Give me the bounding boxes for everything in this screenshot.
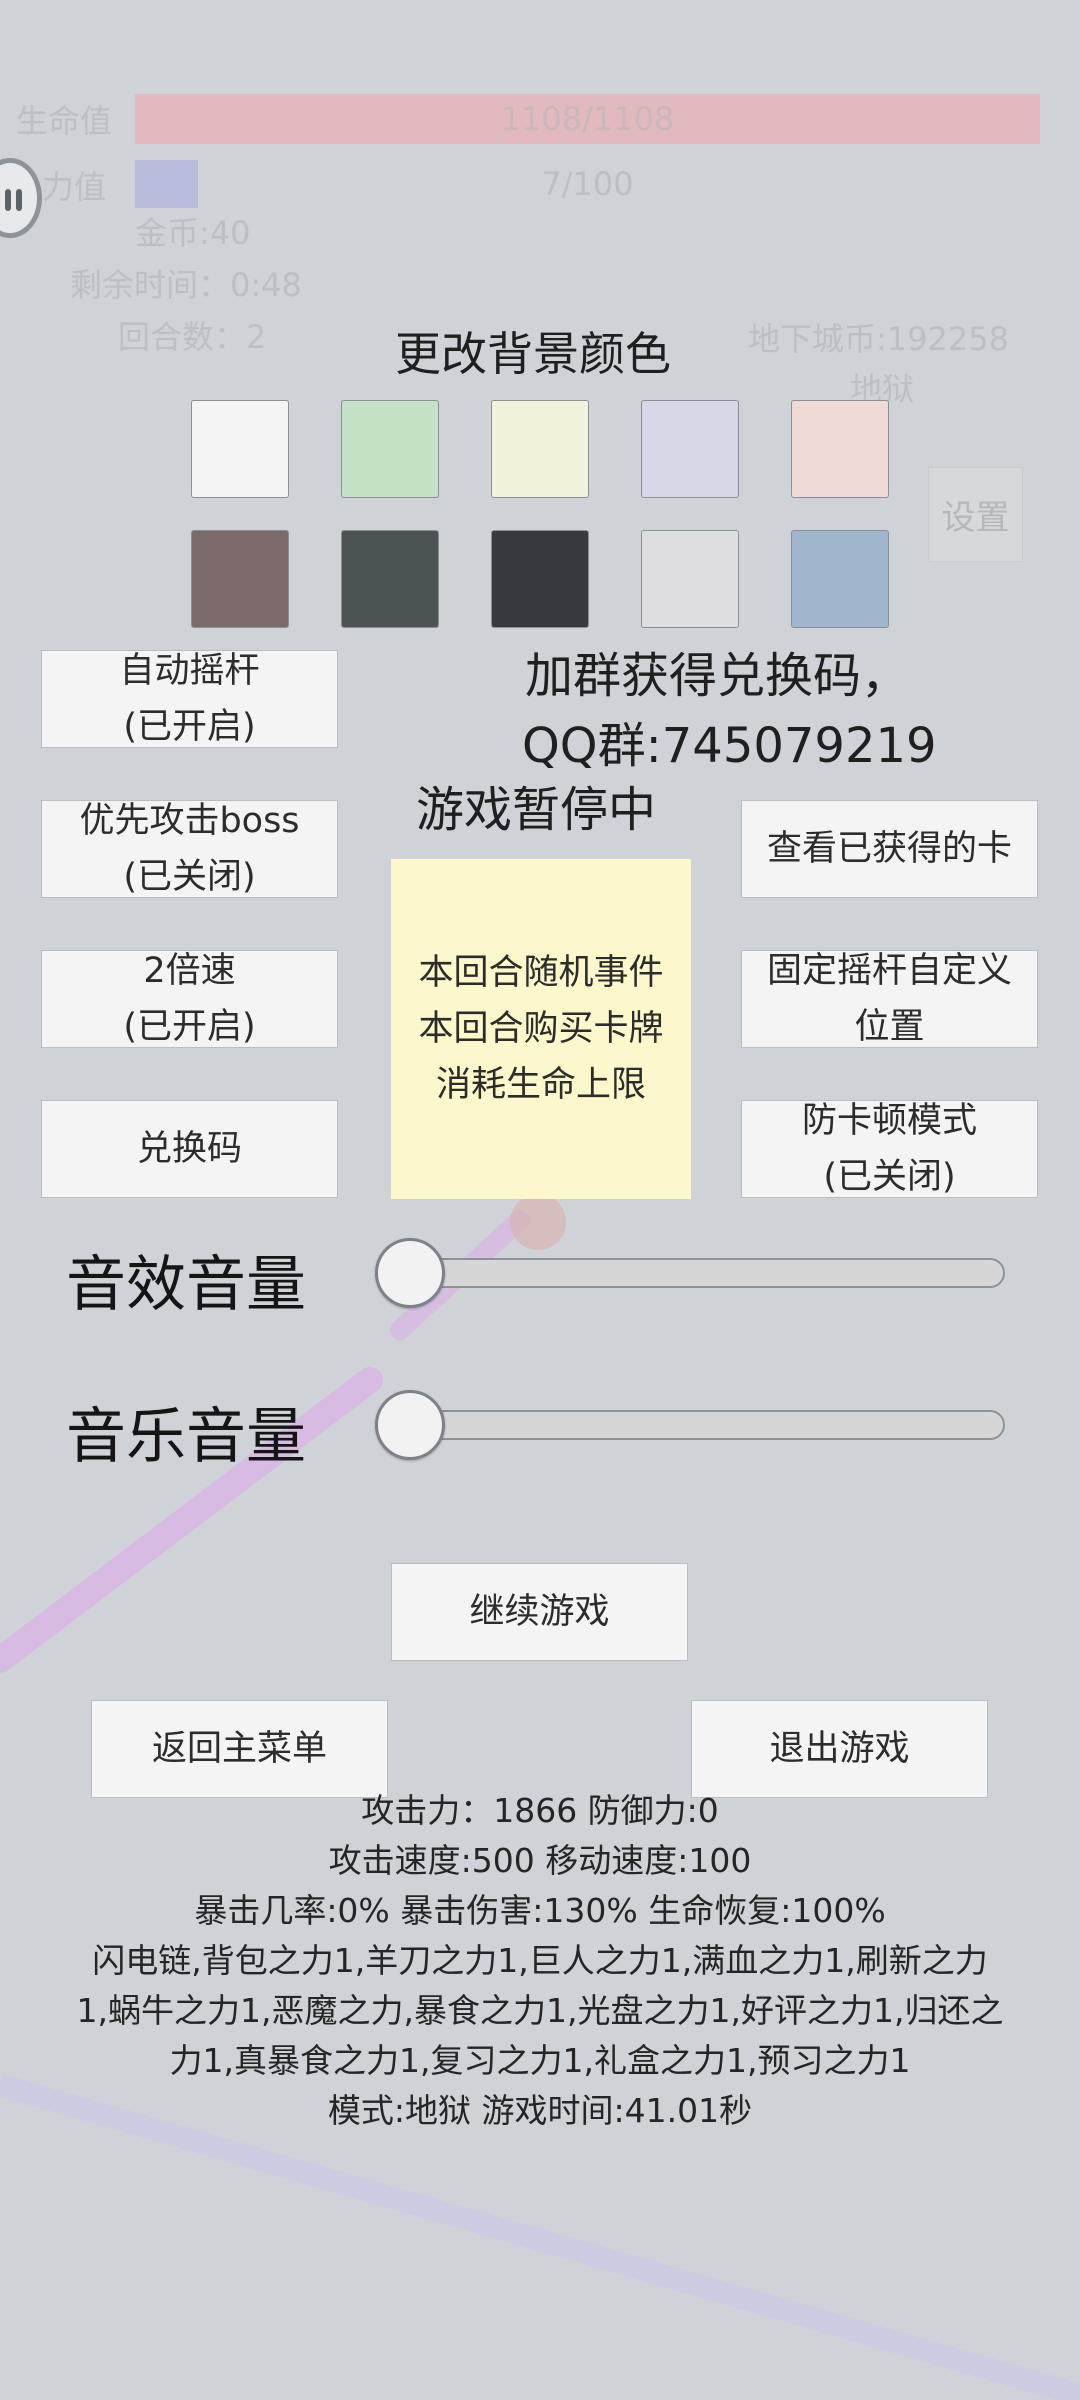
redeem-code-button[interactable]: 兑换码: [41, 1100, 338, 1198]
color-swatch-5[interactable]: [791, 400, 889, 498]
color-swatch-9[interactable]: [641, 530, 739, 628]
color-swatch-2[interactable]: [341, 400, 439, 498]
fixed-joystick-label-2: 位置: [854, 1007, 925, 1047]
view-cards-label: 查看已获得的卡: [766, 829, 1012, 869]
anti-lag-state: (已关闭): [823, 1157, 956, 1197]
color-swatch-7[interactable]: [341, 530, 439, 628]
continue-game-button[interactable]: 继续游戏: [391, 1563, 688, 1661]
stats-abilities-3: 力1,真暴食之力1,复习之力1,礼盒之力1,预习之力1: [169, 2041, 911, 2080]
main-menu-button[interactable]: 返回主菜单: [91, 1700, 388, 1798]
stats-crit-regen: 暴击几率:0% 暴击伤害:130% 生命恢复:100%: [194, 1891, 886, 1930]
view-cards-button[interactable]: 查看已获得的卡: [741, 800, 1038, 898]
stats-abilities-1: 闪电链,背包之力1,羊刀之力1,巨人之力1,满血之力1,刷新之力: [92, 1941, 988, 1980]
prioritize-boss-label: 优先攻击boss: [79, 801, 300, 841]
hp-value: 1108/1108: [500, 100, 675, 138]
prioritize-boss-toggle[interactable]: 优先攻击boss (已关闭): [41, 800, 338, 898]
prioritize-boss-state: (已关闭): [123, 857, 256, 897]
event-notice-line-3: 消耗生命上限: [435, 1065, 646, 1105]
music-volume-thumb[interactable]: [375, 1390, 445, 1460]
fixed-joystick-label: 固定摇杆自定义: [766, 951, 1012, 991]
hp-label: 生命值: [16, 102, 113, 140]
sfx-volume-thumb[interactable]: [375, 1238, 445, 1308]
stats-abilities-2: 1,蜗牛之力1,恶魔之力,暴食之力1,光盘之力1,好评之力1,归还之: [76, 1991, 1004, 2030]
music-volume-slider[interactable]: [375, 1410, 1005, 1440]
anti-lag-label: 防卡顿模式: [801, 1101, 977, 1141]
promo-line-1: 加群获得兑换码，: [525, 648, 910, 704]
settings-button[interactable]: 设置: [928, 467, 1023, 562]
energy-label: 力值: [42, 168, 107, 206]
redeem-code-label: 兑换码: [136, 1129, 242, 1169]
continue-game-label: 继续游戏: [469, 1592, 610, 1632]
double-speed-label: 2倍速: [143, 951, 236, 991]
quit-game-label: 退出游戏: [769, 1729, 910, 1769]
gold-count: 金币:40: [135, 214, 251, 252]
sfx-volume-slider[interactable]: [375, 1258, 1005, 1288]
color-swatch-8[interactable]: [491, 530, 589, 628]
music-volume-label: 音乐音量: [66, 1402, 306, 1472]
double-speed-toggle[interactable]: 2倍速 (已开启): [41, 950, 338, 1048]
anti-lag-toggle[interactable]: 防卡顿模式 (已关闭): [741, 1100, 1038, 1198]
energy-value: 7/100: [541, 165, 634, 203]
player-stats: 攻击力：1866 防御力:0 攻击速度:500 移动速度:100 暴击几率:0%…: [40, 1786, 1040, 2136]
sfx-volume-label: 音效音量: [66, 1250, 306, 1320]
promo-qq-group: QQ群:745079219: [522, 718, 937, 774]
round-count: 回合数：2: [118, 318, 267, 356]
color-swatch-6[interactable]: [191, 530, 289, 628]
color-swatch-3[interactable]: [491, 400, 589, 498]
quit-game-button[interactable]: 退出游戏: [691, 1700, 988, 1798]
dungeon-coin: 地下城币:192258: [748, 320, 1009, 358]
random-event-notice: 本回合随机事件 本回合购买卡牌 消耗生命上限: [391, 859, 691, 1199]
color-swatch-10[interactable]: [791, 530, 889, 628]
main-menu-label: 返回主菜单: [151, 1729, 327, 1769]
event-notice-line-2: 本回合购买卡牌: [418, 1009, 664, 1049]
event-notice-line-1: 本回合随机事件: [418, 953, 664, 993]
auto-joystick-state: (已开启): [123, 707, 256, 747]
background-color-title: 更改背景颜色: [395, 327, 671, 381]
color-swatch-4[interactable]: [641, 400, 739, 498]
time-left: 剩余时间：0:48: [70, 266, 302, 304]
stats-mode-time: 模式:地狱 游戏时间:41.01秒: [327, 2091, 753, 2130]
color-swatch-1[interactable]: [191, 400, 289, 498]
fixed-joystick-position-button[interactable]: 固定摇杆自定义 位置: [741, 950, 1038, 1048]
stats-attack-defense: 攻击力：1866 防御力:0: [361, 1791, 719, 1830]
auto-joystick-toggle[interactable]: 自动摇杆 (已开启): [41, 650, 338, 748]
double-speed-state: (已开启): [123, 1007, 256, 1047]
auto-joystick-label: 自动摇杆: [119, 651, 260, 691]
stats-speed: 攻击速度:500 移动速度:100: [328, 1841, 752, 1880]
paused-status: 游戏暂停中: [416, 782, 657, 838]
